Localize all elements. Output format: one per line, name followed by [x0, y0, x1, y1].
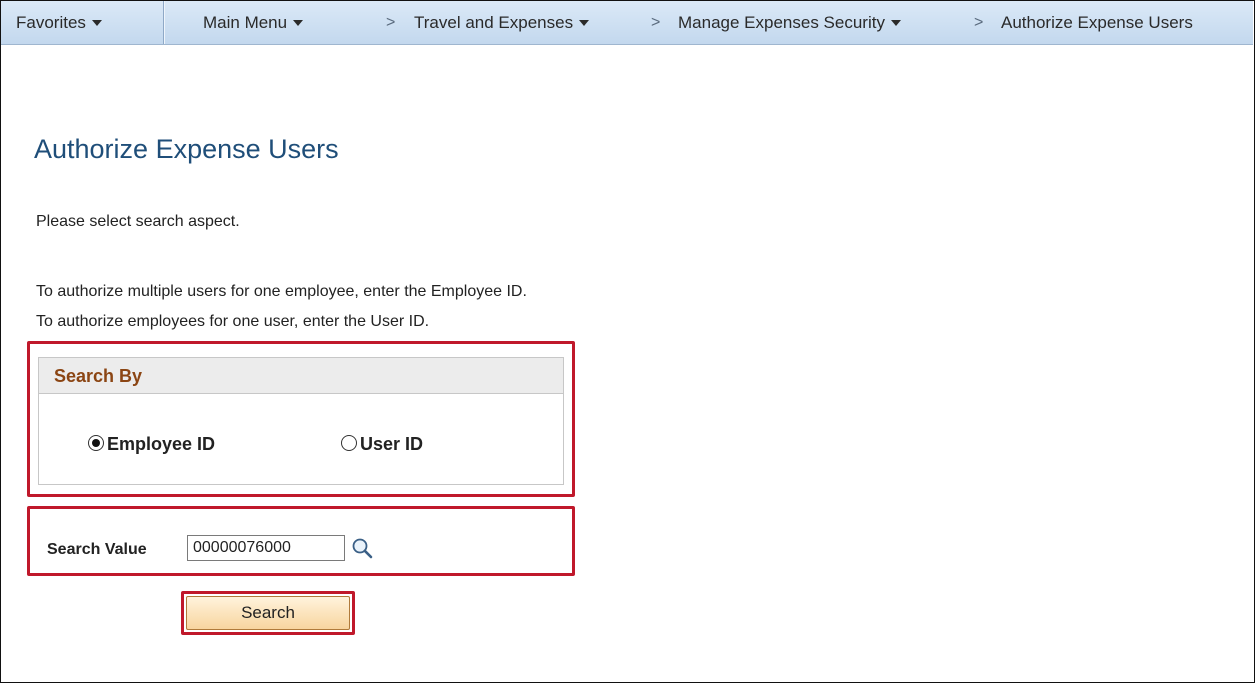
- breadcrumb-authorize-expense-users[interactable]: Authorize Expense Users: [1001, 1, 1193, 44]
- search-value-label: Search Value: [47, 541, 147, 558]
- radio-unchecked-icon[interactable]: [341, 435, 357, 451]
- radio-user-id-label: User ID: [360, 434, 424, 454]
- help-text-user: To authorize employees for one user, ent…: [36, 313, 430, 330]
- radio-user-id[interactable]: User ID: [341, 434, 423, 455]
- search-by-group: Search By Employee ID User ID: [38, 357, 564, 485]
- breadcrumb-label: Authorize Expense Users: [1001, 13, 1193, 32]
- breadcrumb-label: Travel and Expenses: [414, 13, 574, 32]
- caret-down-icon: [293, 19, 304, 26]
- radio-employee-id[interactable]: Employee ID: [88, 434, 215, 455]
- search-by-header: Search By: [39, 358, 563, 394]
- breadcrumb-label: Manage Expenses Security: [678, 13, 885, 32]
- search-value-input[interactable]: [187, 535, 345, 561]
- favorites-label: Favorites: [16, 13, 86, 32]
- search-button[interactable]: Search: [186, 596, 350, 630]
- breadcrumb-travel-and-expenses[interactable]: Travel and Expenses: [414, 1, 590, 44]
- caret-down-icon: [579, 19, 590, 26]
- breadcrumb-separator: >: [651, 14, 661, 31]
- navigation-bar: Favorites Main Menu > Travel and Expense…: [1, 1, 1253, 45]
- nav-divider-highlight: [164, 1, 165, 44]
- breadcrumb-separator: >: [386, 14, 396, 31]
- caret-down-icon: [890, 19, 901, 26]
- radio-employee-id-label: Employee ID: [107, 434, 216, 454]
- caret-down-icon: [91, 19, 102, 26]
- main-menu[interactable]: Main Menu: [203, 1, 304, 44]
- radio-checked-icon[interactable]: [88, 435, 104, 451]
- instruction-text: Please select search aspect.: [36, 213, 240, 230]
- main-menu-label: Main Menu: [203, 13, 288, 32]
- lookup-magnifier-icon[interactable]: [350, 536, 374, 560]
- help-text-employee: To authorize multiple users for one empl…: [36, 283, 527, 300]
- breadcrumb-manage-expenses-security[interactable]: Manage Expenses Security: [678, 1, 901, 44]
- page-title: Authorize Expense Users: [34, 134, 339, 164]
- breadcrumb-separator: >: [974, 14, 984, 31]
- favorites-menu[interactable]: Favorites: [16, 1, 102, 44]
